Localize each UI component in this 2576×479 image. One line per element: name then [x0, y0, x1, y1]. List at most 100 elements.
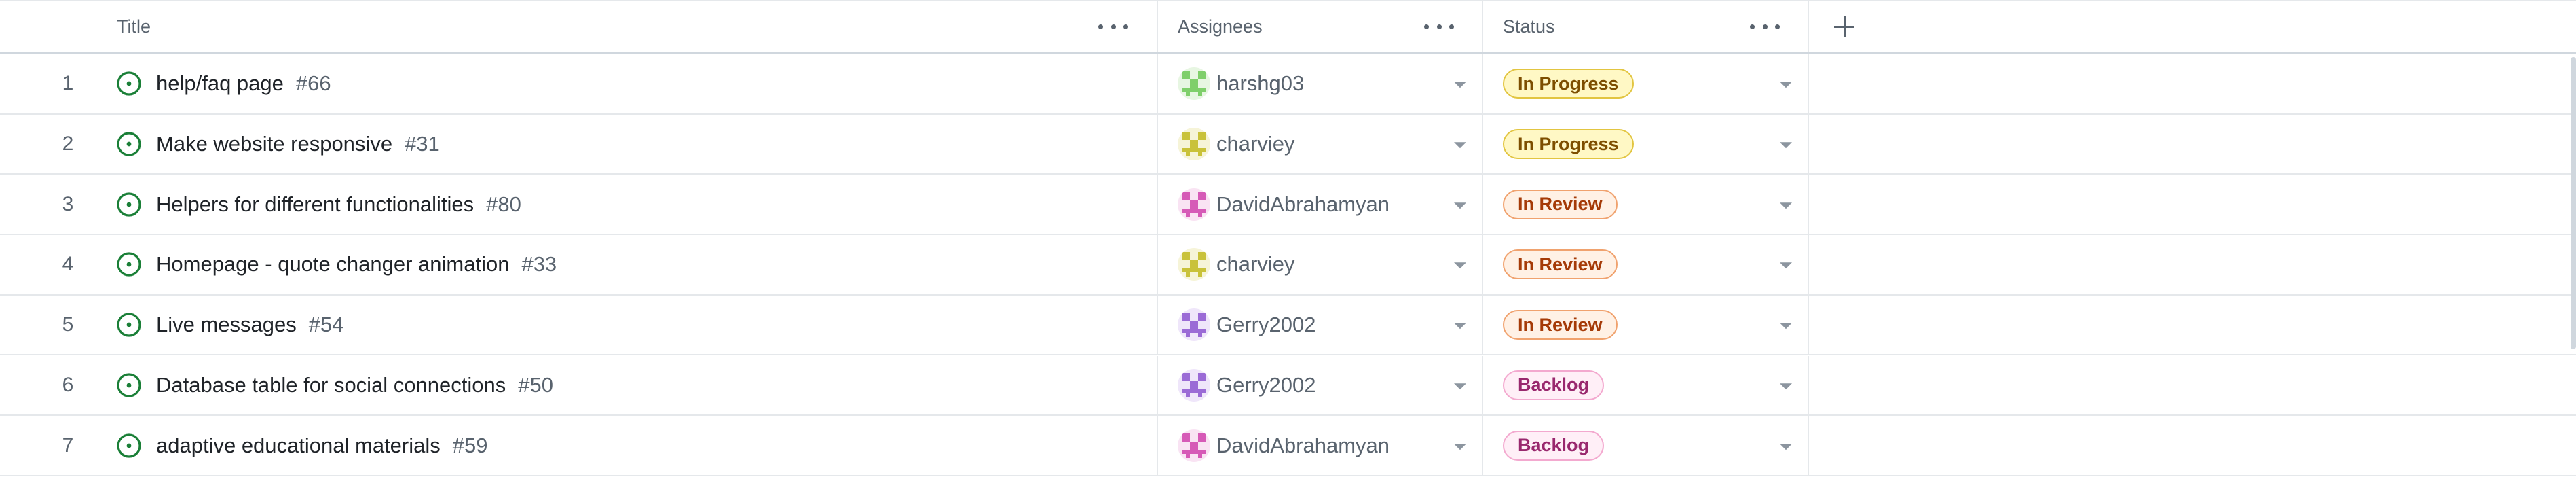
issue-number[interactable]: #50: [518, 373, 553, 397]
status-badge[interactable]: In Progress: [1503, 129, 1634, 160]
column-divider[interactable]: [1482, 1, 1483, 52]
status-dropdown-icon[interactable]: [1780, 262, 1792, 269]
avatar: [1178, 248, 1210, 281]
status-badge[interactable]: In Review: [1503, 189, 1618, 219]
issue-title-cell[interactable]: Make website responsive #31: [156, 132, 440, 156]
issue-title[interactable]: help/faq page: [156, 71, 284, 95]
avatar: [1178, 429, 1210, 462]
issue-title[interactable]: adaptive educational materials: [156, 433, 441, 457]
status-dropdown-icon[interactable]: [1780, 383, 1792, 390]
column-divider: [1482, 416, 1483, 475]
status-badge[interactable]: Backlog: [1503, 430, 1605, 461]
table-row[interactable]: 5 Live messages #54 Gerry2002 In Review: [0, 295, 2576, 356]
column-divider: [1808, 54, 1809, 113]
issue-opened-icon: [117, 192, 141, 217]
assignee-dropdown-icon[interactable]: [1454, 142, 1466, 149]
assignee-dropdown-icon[interactable]: [1454, 323, 1466, 330]
avatar: [1178, 128, 1210, 161]
issue-title[interactable]: Database table for social connections: [156, 373, 506, 397]
issue-title-cell[interactable]: Live messages #54: [156, 313, 344, 337]
column-divider: [1808, 416, 1809, 475]
column-divider: [1808, 295, 1809, 355]
column-divider: [1157, 235, 1158, 294]
assignee-name[interactable]: charviey: [1216, 132, 1294, 156]
column-header-title-label: Title: [117, 16, 151, 37]
issue-title[interactable]: Homepage - quote changer animation: [156, 252, 509, 276]
column-divider: [1808, 355, 1809, 415]
assignee-name[interactable]: Gerry2002: [1216, 373, 1315, 397]
row-number: 6: [62, 373, 74, 396]
row-number: 5: [62, 313, 74, 336]
status-badge[interactable]: Backlog: [1503, 370, 1605, 400]
assignee-dropdown-icon[interactable]: [1454, 82, 1466, 88]
issue-number[interactable]: #54: [309, 313, 344, 336]
vertical-scrollbar[interactable]: [2571, 57, 2576, 349]
assignees-column-options-icon[interactable]: [1424, 16, 1454, 37]
column-header-assignees[interactable]: Assignees: [1178, 1, 1263, 52]
column-divider[interactable]: [1808, 1, 1809, 52]
issue-title-cell[interactable]: adaptive educational materials #59: [156, 433, 488, 458]
status-dropdown-icon[interactable]: [1780, 82, 1792, 88]
table-row[interactable]: 2 Make website responsive #31 charviey I…: [0, 114, 2576, 175]
assignee-name[interactable]: harshg03: [1216, 71, 1304, 96]
column-divider: [1808, 114, 1809, 174]
issue-title-cell[interactable]: Helpers for different functionalities #80: [156, 192, 521, 217]
table-row[interactable]: 4 Homepage - quote changer animation #33 …: [0, 235, 2576, 296]
column-header-assignees-label: Assignees: [1178, 16, 1263, 37]
table-row[interactable]: 6 Database table for social connections #…: [0, 355, 2576, 416]
column-divider: [1482, 114, 1483, 174]
issue-number[interactable]: #80: [486, 192, 521, 216]
issue-number[interactable]: #31: [405, 132, 440, 156]
column-divider: [1482, 175, 1483, 234]
issue-number[interactable]: #33: [521, 252, 557, 276]
assignee-dropdown-icon[interactable]: [1454, 383, 1466, 390]
column-divider: [1808, 175, 1809, 234]
row-number: 2: [62, 132, 74, 156]
status-badge[interactable]: In Progress: [1503, 69, 1634, 99]
status-badge[interactable]: In Review: [1503, 249, 1618, 280]
issue-opened-icon: [117, 373, 141, 397]
column-divider: [1157, 355, 1158, 415]
issue-number[interactable]: #66: [296, 71, 331, 95]
column-header-status[interactable]: Status: [1503, 1, 1555, 52]
assignee-dropdown-icon[interactable]: [1454, 443, 1466, 450]
row-number: 3: [62, 192, 74, 215]
add-field-plus-icon[interactable]: [1833, 15, 1856, 38]
column-divider: [1157, 114, 1158, 174]
issue-title-cell[interactable]: Database table for social connections #50: [156, 373, 553, 397]
status-dropdown-icon[interactable]: [1780, 323, 1792, 330]
title-column-options-icon[interactable]: [1098, 16, 1128, 37]
assignee-name[interactable]: DavidAbrahamyan: [1216, 192, 1389, 217]
assignee-name[interactable]: charviey: [1216, 252, 1294, 277]
project-table: Title Assignees Status 1 help/faq page #6…: [0, 0, 2576, 479]
issue-title-cell[interactable]: Homepage - quote changer animation #33: [156, 252, 557, 277]
assignee-dropdown-icon[interactable]: [1454, 262, 1466, 269]
assignee-name[interactable]: Gerry2002: [1216, 313, 1315, 337]
column-header-title[interactable]: Title: [117, 1, 151, 52]
assignee-name[interactable]: DavidAbrahamyan: [1216, 433, 1389, 458]
row-number: 7: [62, 433, 74, 457]
table-row[interactable]: 3 Helpers for different functionalities #…: [0, 175, 2576, 236]
row-number: 1: [62, 72, 74, 95]
issue-title-cell[interactable]: help/faq page #66: [156, 71, 331, 96]
issue-title[interactable]: Live messages: [156, 313, 297, 336]
status-dropdown-icon[interactable]: [1780, 202, 1792, 209]
issue-number[interactable]: #59: [453, 433, 488, 457]
status-column-options-icon[interactable]: [1750, 16, 1780, 37]
issue-title[interactable]: Helpers for different functionalities: [156, 192, 474, 216]
table-row[interactable]: 1 help/faq page #66 harshg03 In Progress: [0, 54, 2576, 115]
avatar: [1178, 308, 1210, 342]
column-divider: [1157, 54, 1158, 113]
issue-title[interactable]: Make website responsive: [156, 132, 392, 156]
status-dropdown-icon[interactable]: [1780, 443, 1792, 450]
column-divider: [1808, 235, 1809, 294]
column-divider: [1482, 355, 1483, 415]
status-badge[interactable]: In Review: [1503, 310, 1618, 340]
assignee-dropdown-icon[interactable]: [1454, 202, 1466, 209]
status-dropdown-icon[interactable]: [1780, 142, 1792, 149]
table-row[interactable]: 7 adaptive educational materials #59 Davi…: [0, 416, 2576, 476]
avatar: [1178, 368, 1210, 402]
table-header: Title Assignees Status: [0, 0, 2576, 54]
row-number: 4: [62, 253, 74, 276]
column-divider[interactable]: [1157, 1, 1158, 52]
